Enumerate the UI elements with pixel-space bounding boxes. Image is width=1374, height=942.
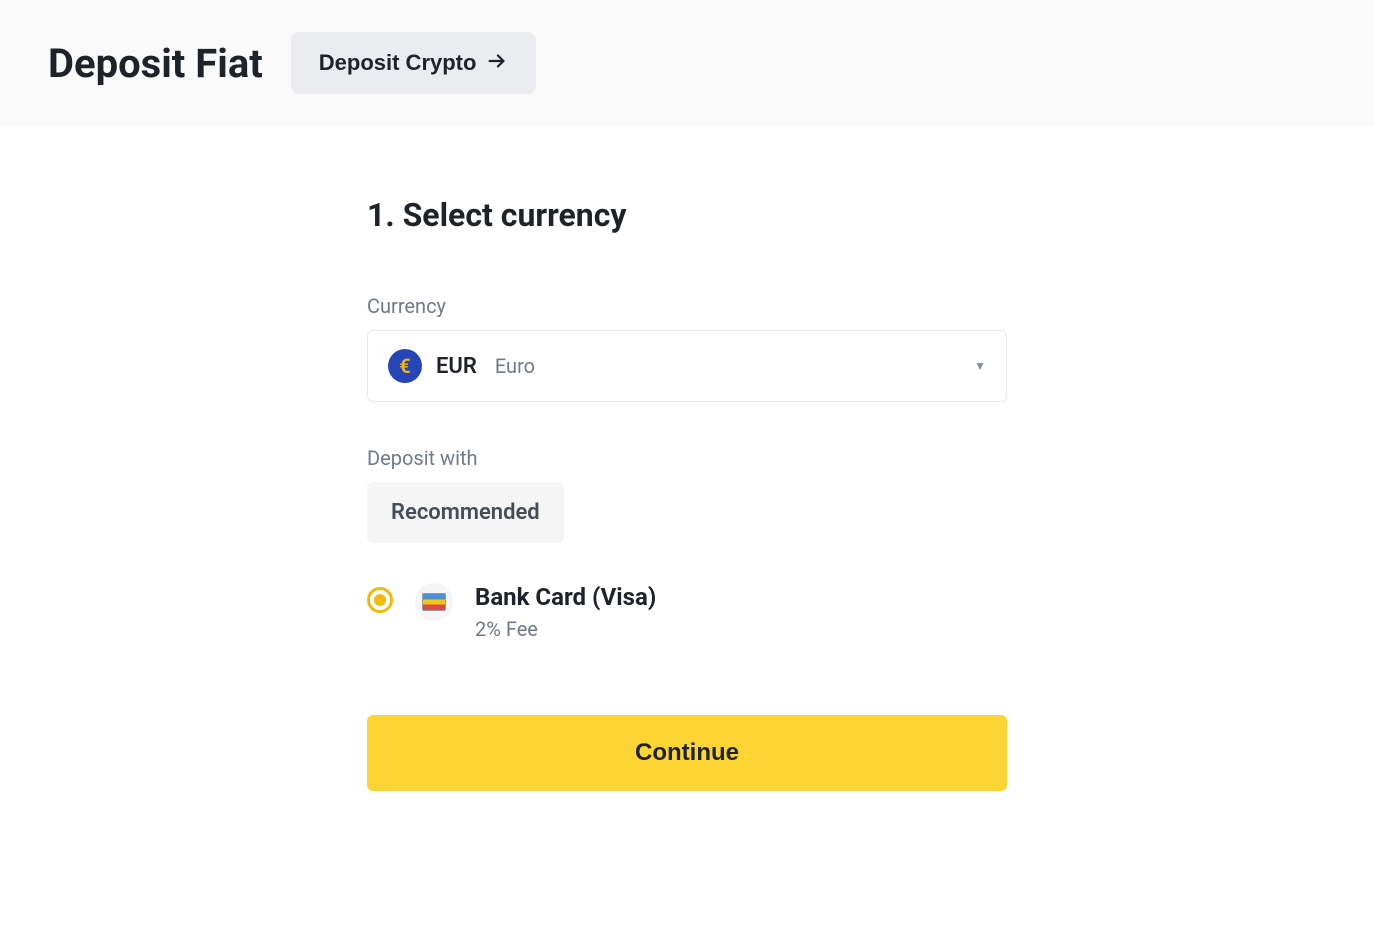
currency-field-label: Currency xyxy=(367,294,1007,318)
payment-info: Bank Card (Visa) 2% Fee xyxy=(475,583,656,641)
payment-method-name: Bank Card (Visa) xyxy=(475,583,656,611)
currency-select[interactable]: € EUR Euro ▼ xyxy=(367,330,1007,402)
deposit-with-label: Deposit with xyxy=(367,446,1007,470)
radio-selected-icon xyxy=(367,587,393,613)
step-heading: 1. Select currency xyxy=(367,196,1007,234)
deposit-crypto-label: Deposit Crypto xyxy=(319,50,477,76)
payment-method-fee: 2% Fee xyxy=(475,617,656,641)
page-title: Deposit Fiat xyxy=(48,40,263,87)
payment-option-bank-card[interactable]: Bank Card (Visa) 2% Fee xyxy=(367,579,1007,645)
euro-currency-icon: € xyxy=(388,349,422,383)
caret-down-icon: ▼ xyxy=(974,359,986,373)
main-content: 1. Select currency Currency € EUR Euro ▼… xyxy=(347,126,1027,831)
tab-recommended[interactable]: Recommended xyxy=(367,482,564,543)
page-header: Deposit Fiat Deposit Crypto xyxy=(0,0,1374,126)
continue-button[interactable]: Continue xyxy=(367,715,1007,791)
currency-name: Euro xyxy=(495,354,535,378)
currency-code: EUR xyxy=(436,354,477,379)
arrow-right-icon xyxy=(486,50,508,76)
bank-card-icon xyxy=(415,583,453,621)
deposit-crypto-button[interactable]: Deposit Crypto xyxy=(291,32,537,94)
